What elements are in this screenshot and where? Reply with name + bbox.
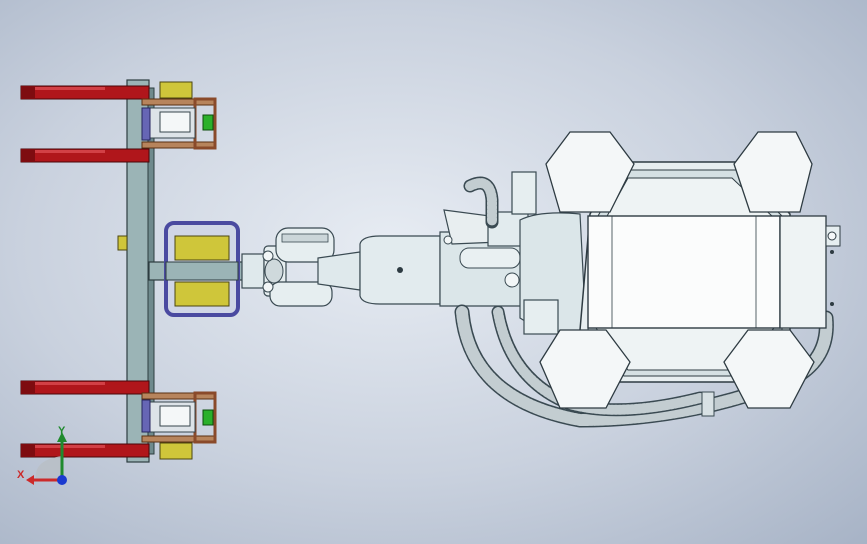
robot-assembly-model[interactable] [0,0,867,544]
center-clamp [164,221,240,317]
coordinate-triad: X Y [10,420,80,490]
axis-x-label: X [17,469,25,481]
robot-base[interactable] [511,131,841,409]
fork-tine-top-2 [20,148,150,163]
gripper-fixture[interactable] [20,79,250,463]
fork-tine-bottom-1 [20,380,150,395]
hose-clip [701,391,715,417]
axis-y-label: Y [58,425,66,437]
fixture-tab [117,235,128,251]
cad-viewport[interactable]: X Y [0,0,867,544]
fork-tine-top-1 [20,85,150,100]
